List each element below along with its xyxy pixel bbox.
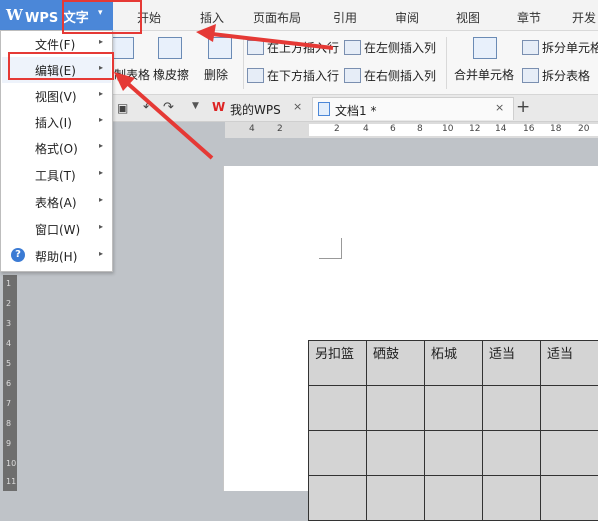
- annotation-arrow-line: [212, 34, 333, 48]
- annotation-arrow-head: [196, 24, 216, 42]
- annotation-arrow-line: [126, 82, 212, 158]
- annotation-arrows: [0, 0, 598, 491]
